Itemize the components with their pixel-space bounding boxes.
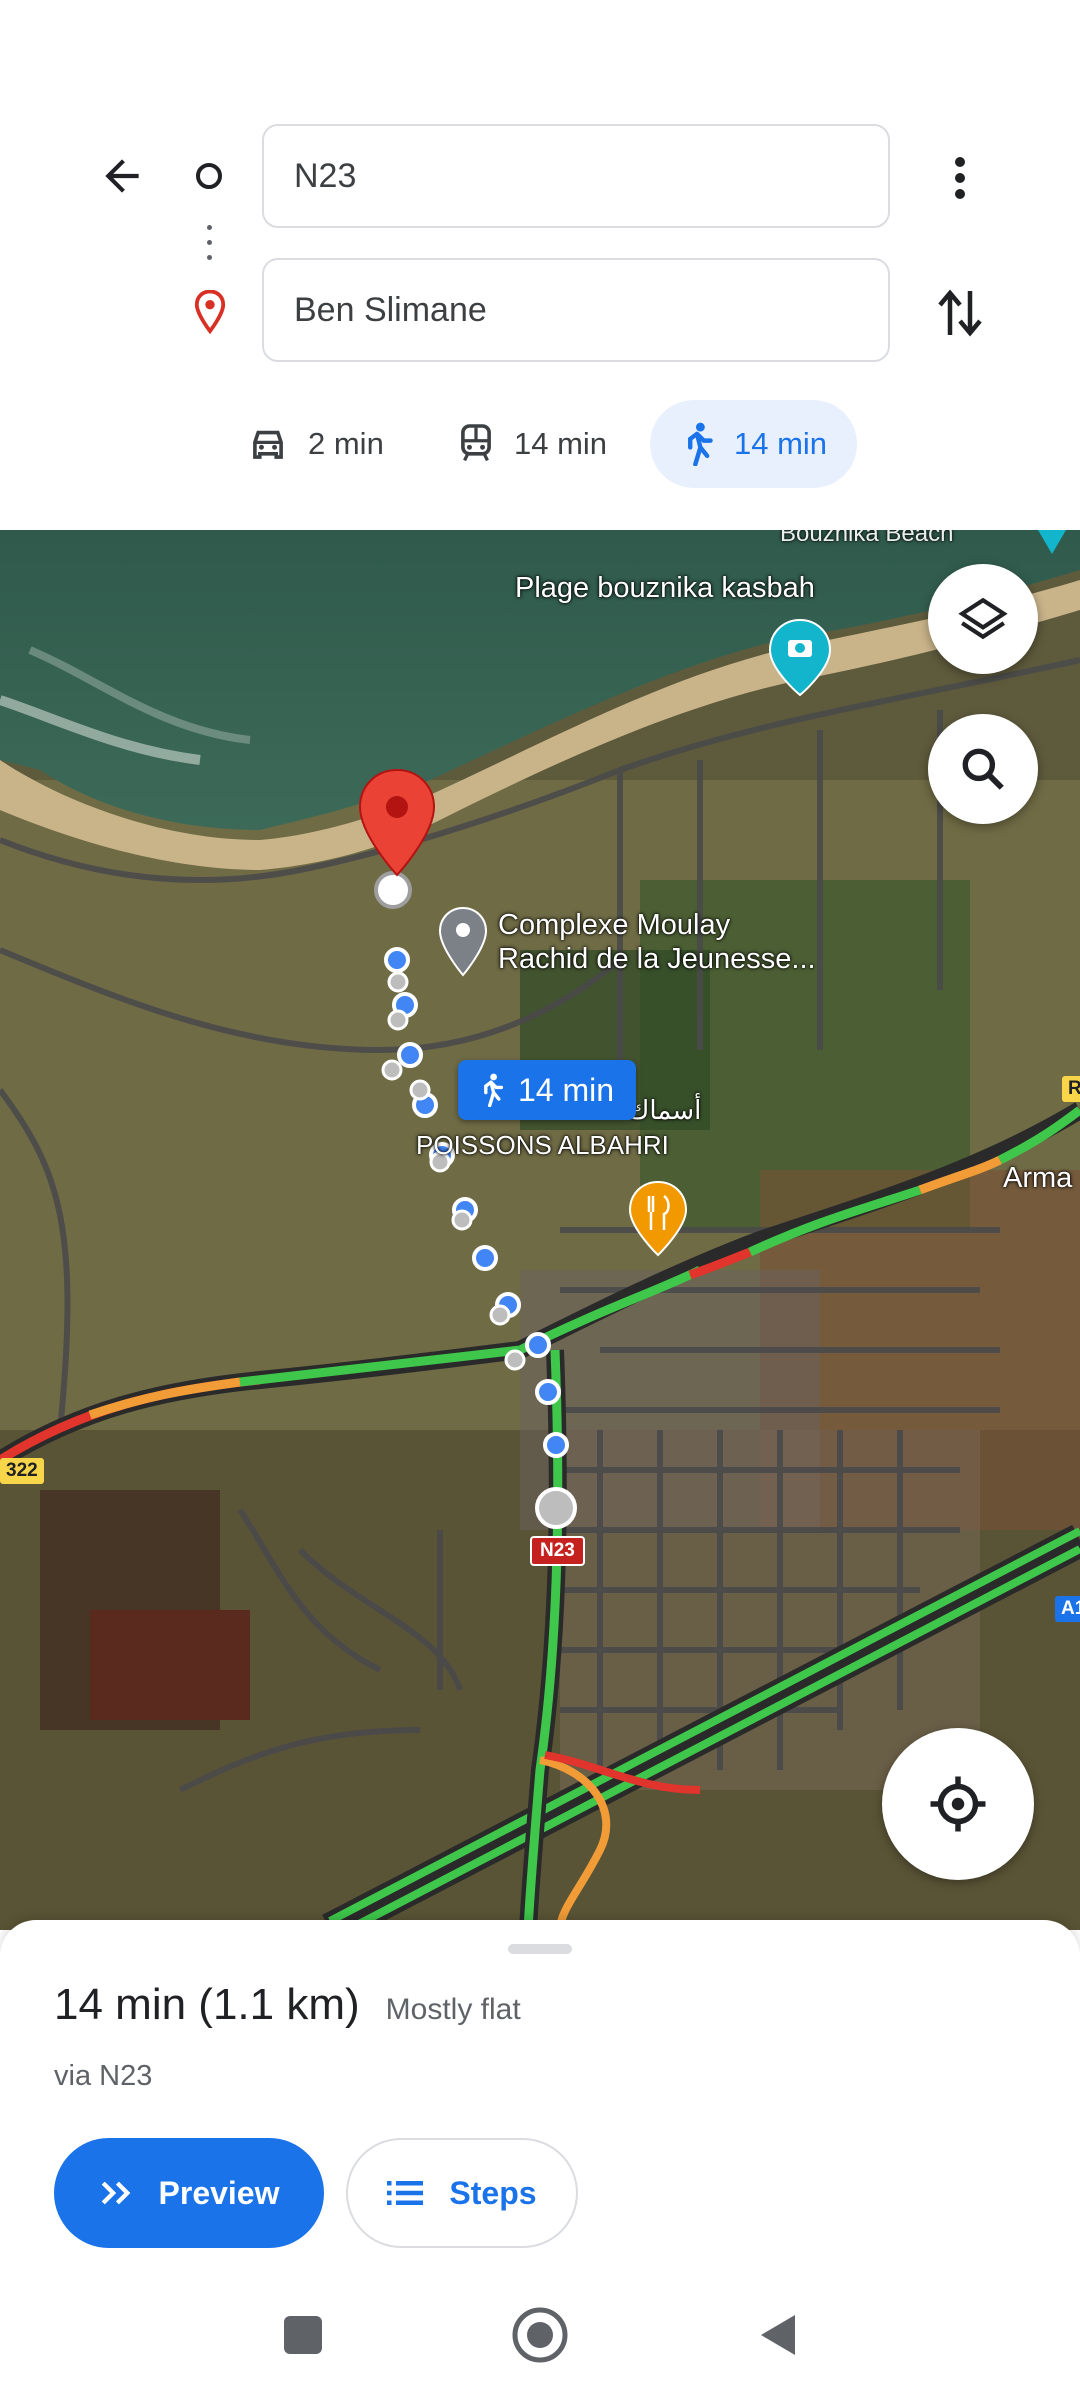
mode-label-transit: 14 min bbox=[514, 426, 608, 461]
map-view[interactable]: Plage bouznika kasbah Bouznika Beach Com… bbox=[0, 530, 1080, 1930]
route-terrain: Mostly flat bbox=[385, 1993, 521, 2026]
complex-label-line2: Rachid de la Jeunesse... bbox=[498, 943, 816, 975]
preview-label: Preview bbox=[158, 2174, 280, 2211]
mode-label-walking: 14 min bbox=[734, 426, 828, 461]
list-icon bbox=[387, 2181, 424, 2205]
recents-button[interactable] bbox=[268, 2300, 338, 2370]
square-icon bbox=[284, 2316, 322, 2354]
double-chevron-icon bbox=[101, 2181, 130, 2205]
origin-circle-icon bbox=[196, 163, 222, 189]
road-shield-r: R bbox=[1062, 1076, 1080, 1102]
back-button[interactable] bbox=[88, 142, 156, 210]
swap-locations-button[interactable] bbox=[925, 278, 995, 348]
satellite-map bbox=[0, 530, 1080, 1930]
complex-label-line1: Complexe Moulay bbox=[498, 909, 731, 941]
destination-field[interactable]: Ben Slimane bbox=[262, 258, 890, 362]
route-via: via N23 bbox=[54, 2060, 153, 2092]
road-shield-n23: N23 bbox=[530, 1536, 585, 1566]
route-duration: 14 min (1.1 km) bbox=[54, 1980, 360, 2029]
swap-vert-icon bbox=[938, 289, 982, 337]
search-along-route-button[interactable] bbox=[928, 714, 1038, 824]
more-vert-icon bbox=[955, 157, 965, 199]
steps-button[interactable]: Steps bbox=[346, 2138, 578, 2248]
destination-pin-icon bbox=[192, 289, 228, 339]
sheet-drag-handle[interactable] bbox=[508, 1944, 572, 1954]
origin-text: N23 bbox=[294, 156, 357, 195]
origin-field[interactable]: N23 bbox=[262, 124, 890, 228]
layers-icon bbox=[958, 597, 1008, 640]
search-icon bbox=[962, 748, 1004, 790]
preview-button[interactable]: Preview bbox=[54, 2138, 324, 2248]
walk-duration-chip[interactable]: 14 min bbox=[458, 1060, 637, 1120]
travel-mode-tabs: 2 min 14 min 14 min bbox=[0, 400, 1080, 490]
car-icon bbox=[253, 430, 283, 459]
home-circle-icon bbox=[512, 2307, 568, 2363]
mode-label-driving: 2 min bbox=[308, 426, 384, 461]
arrow-back-icon bbox=[105, 159, 139, 193]
map-label-restaurant-ar: أسماك bbox=[628, 1095, 702, 1125]
map-label-complex[interactable]: Complexe Moulay Rachid de la Jeunesse... bbox=[498, 908, 816, 976]
walk-icon bbox=[484, 1073, 504, 1107]
system-nav-bar bbox=[0, 2270, 1080, 2400]
destination-text: Ben Slimane bbox=[294, 290, 487, 329]
home-button[interactable] bbox=[505, 2300, 575, 2370]
triangle-back-icon bbox=[761, 2315, 795, 2355]
mode-tab-driving[interactable]: 2 min bbox=[248, 400, 384, 488]
my-location-button[interactable] bbox=[882, 1728, 1034, 1880]
back-nav-button[interactable] bbox=[742, 2300, 812, 2370]
road-shield-322: 322 bbox=[0, 1458, 44, 1484]
map-label-restaurant[interactable]: POISSONS ALBAHRI bbox=[416, 1130, 669, 1161]
map-label-arma: Arma bbox=[1003, 1162, 1073, 1194]
map-label-beach[interactable]: Plage bouznika kasbah bbox=[515, 572, 815, 605]
route-connector-dots bbox=[207, 225, 212, 270]
road-shield-a1: A1 bbox=[1055, 1596, 1080, 1622]
directions-header: N23 Ben Slimane 2 min 14 min 14 min bbox=[0, 0, 1080, 530]
walk-chip-label: 14 min bbox=[518, 1071, 615, 1108]
layers-button[interactable] bbox=[928, 564, 1038, 674]
map-label-top-cut: Bouznika Beach bbox=[780, 530, 954, 547]
my-location-icon bbox=[930, 1776, 986, 1832]
more-options-button[interactable] bbox=[930, 148, 990, 208]
route-summary: 14 min (1.1 km) Mostly flat bbox=[54, 1980, 521, 2030]
walk-icon bbox=[688, 422, 713, 466]
mode-tab-walking[interactable]: 14 min bbox=[650, 400, 858, 488]
transit-icon bbox=[461, 424, 491, 462]
steps-label: Steps bbox=[449, 2174, 537, 2211]
mode-tab-transit[interactable]: 14 min bbox=[458, 400, 607, 488]
